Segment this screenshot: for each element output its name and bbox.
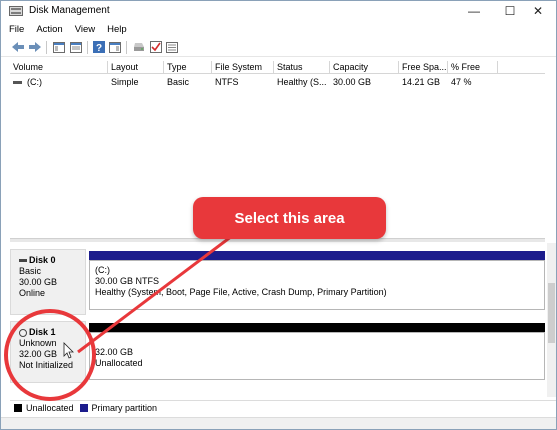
layout-cell: Simple [111,77,139,87]
partition-c-status: Healthy (System, Boot, Page File, Active… [95,287,387,297]
partition-c-size: 30.00 GB NTFS [95,276,160,286]
disk-1-label[interactable]: Disk 1 Unknown 32.00 GB Not Initialized [10,321,86,383]
legend-swatch-unallocated [14,404,22,412]
legend-bar: Unallocated Primary partition [10,400,556,415]
disk-0-name: Disk 0 [19,255,85,266]
toolbar-separator [126,41,127,54]
volume-cell: (C:) [10,76,108,88]
column-header-file-system[interactable]: File System [212,61,274,74]
status-bar [1,417,556,429]
disk-1-state: Not Initialized [19,360,74,370]
console-tree-icon[interactable] [52,40,66,54]
disk-0-type: Basic [19,266,42,276]
disk-not-initialized-icon [19,328,27,337]
disk-icon [19,259,27,263]
disk-0-size: 30.00 GB [19,277,58,287]
legend-unallocated: Unallocated [14,403,74,413]
disk-0-state: Online [19,288,46,298]
disk-graphical-view: Disk 0 Basic 30.00 GB Online (C:) 30.00 … [10,243,545,397]
disk-0-label[interactable]: Disk 0 Basic 30.00 GB Online [10,249,86,315]
toolbar: ? [1,38,556,57]
disk-1-type: Unknown [19,338,57,348]
partition-c-title: (C:) [95,265,110,275]
column-header-layout[interactable]: Layout [108,61,164,74]
menu-action[interactable]: Action [36,24,62,35]
callout-label: Select this area [193,197,386,239]
window-title: Disk Management [29,5,110,16]
column-header-percent-free[interactable]: % Free [448,61,498,74]
connect-drive-icon[interactable] [132,40,146,54]
disk-1-size: 32.00 GB [19,349,58,359]
vertical-scrollbar[interactable] [547,243,556,397]
percent-free-cell: 47 % [451,77,472,87]
volume-list-header: Volume Layout Type File System Status Ca… [10,61,545,74]
minimize-button[interactable]: — [456,1,492,21]
title-bar: Disk Management — ☐ ✕ [1,1,556,21]
disk-management-app-icon [9,6,23,16]
type-cell: Basic [167,77,190,87]
legend-swatch-primary [79,404,88,412]
legend-label-primary: Primary partition [91,403,158,413]
file-system-cell: NTFS [215,77,239,87]
legend-label-unallocated: Unallocated [26,403,74,413]
free-space-cell: 14.21 GB [402,77,441,87]
properties-icon[interactable] [69,40,83,54]
menu-file[interactable]: File [9,24,24,35]
forward-arrow-icon[interactable] [28,40,42,54]
column-header-status[interactable]: Status [274,61,330,74]
close-button[interactable]: ✕ [520,1,556,21]
capacity-cell: 30.00 GB [333,77,372,87]
status-cell: Healthy (S... [277,77,327,87]
volume-drive-icon [13,81,22,85]
svg-text:?: ? [96,43,102,53]
disk-1-name: Disk 1 [19,327,85,338]
volume-row[interactable]: (C:) Simple Basic NTFS Healthy (S... 30.… [10,75,545,88]
help-icon[interactable]: ? [92,40,106,54]
check-disk-icon[interactable] [149,40,163,54]
disk-1-unallocated-bar [89,323,545,332]
toolbar-separator [87,41,88,54]
unallocated-status: Unallocated [95,358,143,368]
column-header-free-space[interactable]: Free Spa... [399,61,448,74]
column-header-capacity[interactable]: Capacity [330,61,399,74]
view-icon[interactable] [165,40,179,54]
menu-help[interactable]: Help [107,24,127,35]
toolbar-separator [46,41,47,54]
disk-0-primary-partition-bar [89,251,545,260]
disk-1-unallocated-region[interactable]: 32.00 GB Unallocated [89,332,545,380]
menu-view[interactable]: View [75,24,95,35]
column-header-volume[interactable]: Volume [10,61,108,74]
volume-name: (C:) [27,77,42,87]
scrollbar-thumb[interactable] [548,283,555,343]
back-arrow-icon[interactable] [11,40,25,54]
action-pane-icon[interactable] [108,40,122,54]
unallocated-size: 32.00 GB [95,347,134,357]
legend-primary-partition: Primary partition [79,403,158,413]
disk-0-partition-c[interactable]: (C:) 30.00 GB NTFS Healthy (System, Boot… [89,260,545,310]
column-header-type[interactable]: Type [164,61,212,74]
menu-bar: File Action View Help [1,21,556,38]
